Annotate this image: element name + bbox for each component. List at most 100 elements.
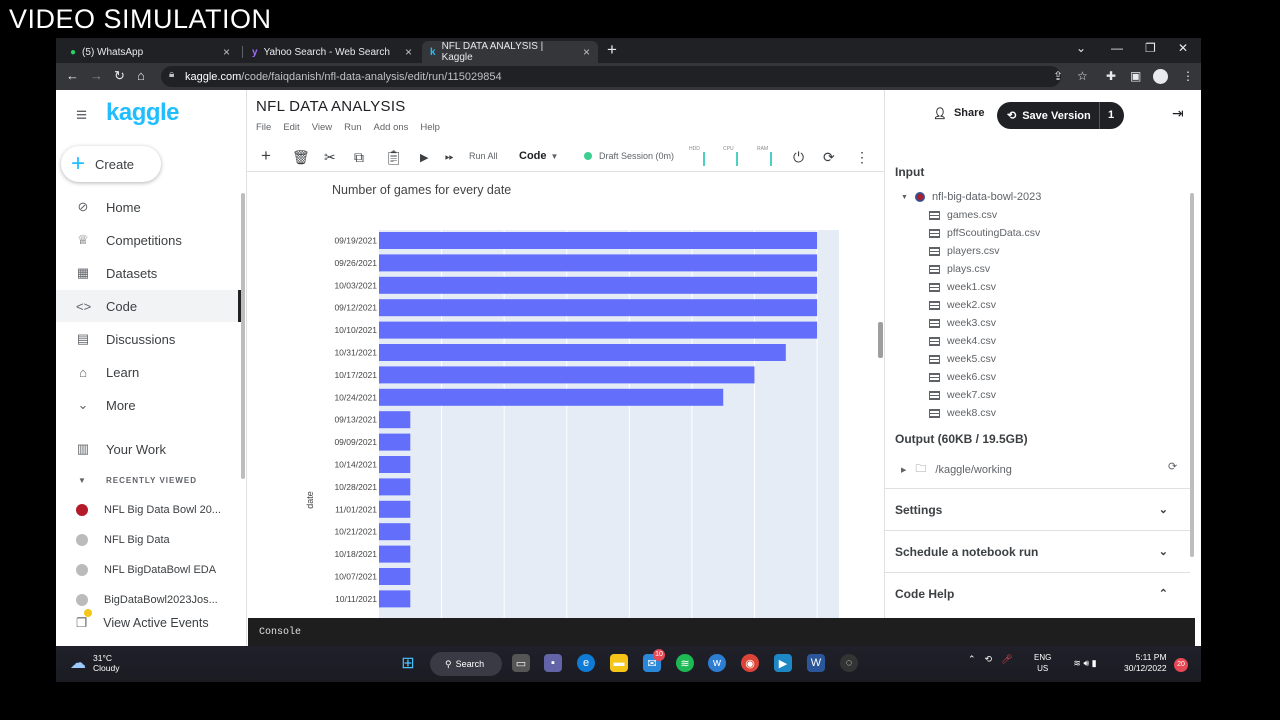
cut-icon[interactable]: ✂ [324, 149, 336, 166]
schedule-section[interactable]: Schedule a notebook run ⌄ [885, 530, 1190, 572]
recent-item[interactable]: NFL Big Data Bowl 20... [76, 500, 221, 520]
tab-whatsapp[interactable]: ● (5) WhatsApp × [62, 41, 238, 63]
file-item[interactable]: pffScoutingData.csv [929, 227, 1040, 239]
new-tab-button[interactable]: + [607, 40, 617, 60]
menu-view[interactable]: View [312, 122, 332, 133]
file-item[interactable]: week6.csv [929, 371, 996, 383]
menu-run[interactable]: Run [344, 122, 361, 133]
sidebar-item-competitions[interactable]: ♕ Competitions [56, 224, 241, 256]
kaggle-logo[interactable]: kaggle [106, 99, 180, 127]
recent-item[interactable]: NFL BigDataBowl EDA [76, 560, 216, 580]
menu-help[interactable]: Help [420, 122, 440, 133]
session-status[interactable]: Draft Session (0m) [584, 151, 674, 161]
sidebar-item-datasets[interactable]: ▦ Datasets [56, 257, 241, 289]
extensions-icon[interactable]: ✚ [1106, 69, 1116, 83]
file-item[interactable]: week5.csv [929, 353, 996, 365]
paste-icon[interactable]: 📋︎ [385, 149, 403, 166]
url-input[interactable]: 🔒︎ kaggle.com/code/faiqdanish/nfl-data-a… [161, 66, 1061, 87]
close-icon[interactable]: × [583, 45, 590, 59]
notebook-title[interactable]: NFL DATA ANALYSIS [256, 98, 406, 115]
file-item[interactable]: games.csv [929, 209, 997, 221]
profile-avatar[interactable] [1153, 69, 1168, 84]
app-icon[interactable]: ◌ [840, 654, 858, 672]
file-item[interactable]: week2.csv [929, 299, 996, 311]
share-page-icon[interactable]: ⇪ [1053, 69, 1063, 83]
network-sound-battery-icons[interactable]: ≋ 🔊︎ ▮ [1062, 654, 1108, 672]
tab-search-icon[interactable]: ⌄ [1076, 41, 1086, 55]
collapse-panel-icon[interactable]: ⇥ [1172, 105, 1184, 122]
close-icon[interactable]: × [405, 45, 412, 59]
sidebar-item-home[interactable]: ⊘ Home [56, 191, 241, 223]
sidebar-item-discussions[interactable]: ▤ Discussions [56, 323, 241, 355]
run-cell-icon[interactable]: ▶ [420, 151, 428, 164]
console-bar[interactable]: Console [248, 618, 1195, 646]
copy-icon[interactable]: ⧉ [354, 149, 364, 166]
app-icon[interactable]: w [708, 654, 726, 672]
menu-edit[interactable]: Edit [283, 122, 299, 133]
run-all-icon[interactable]: ⏩︎ [445, 151, 454, 164]
forward-icon[interactable]: → [90, 68, 103, 83]
reload-icon[interactable]: ↻ [114, 68, 125, 84]
recent-item[interactable]: NFL Big Data [76, 530, 170, 550]
save-version-button[interactable]: ⟲ Save Version 1 [997, 102, 1124, 129]
view-active-events-link[interactable]: ❐ View Active Events [76, 609, 209, 630]
sidebar-scrollbar[interactable] [241, 193, 245, 479]
delete-icon[interactable]: 🗑︎ [292, 149, 310, 166]
star-icon[interactable]: ☆ [1077, 69, 1088, 83]
editor-scrollbar[interactable] [878, 322, 883, 358]
sync-icon[interactable]: ⟲ [985, 654, 993, 665]
menu-add-ons[interactable]: Add ons [374, 122, 409, 133]
language-indicator[interactable]: ENG US [1034, 652, 1051, 674]
maximize-button[interactable]: ❐ [1145, 41, 1156, 55]
weather-widget[interactable]: ☁ 31°C Cloudy [70, 653, 119, 673]
create-button[interactable]: + Create [61, 146, 161, 182]
word-icon[interactable]: W [807, 654, 825, 672]
sidebar-item-more[interactable]: ⌄ More [56, 389, 241, 421]
microphone-icon[interactable]: 🎤︎ [1001, 654, 1012, 665]
spotify-icon[interactable]: ≋ [676, 654, 694, 672]
refresh-icon[interactable]: ⟳ [1168, 460, 1177, 473]
caret-down-icon[interactable]: ▼ [78, 476, 86, 485]
file-item[interactable]: week7.csv [929, 389, 996, 401]
menu-file[interactable]: File [256, 122, 271, 133]
sidebar-item-code[interactable]: <> Code [56, 290, 241, 322]
share-button[interactable]: 👤︎ Share [933, 107, 985, 120]
close-icon[interactable]: × [223, 45, 230, 59]
sidepanel-icon[interactable]: ▣ [1130, 69, 1141, 83]
app-icon[interactable]: ▶ [774, 654, 792, 672]
file-item[interactable]: plays.csv [929, 263, 990, 275]
tab-kaggle[interactable]: k NFL DATA ANALYSIS | Kaggle × [422, 41, 598, 63]
clock[interactable]: 5:11 PM 30/12/2022 [1124, 652, 1167, 674]
tab-yahoo[interactable]: y Yahoo Search - Web Search × [244, 41, 420, 63]
windows-start-icon[interactable]: ⊞ [399, 654, 417, 672]
settings-section[interactable]: Settings ⌄ [885, 488, 1190, 530]
taskbar-search[interactable]: ⚲ Search [430, 652, 502, 676]
code-help-section[interactable]: Code Help ⌃ [885, 572, 1190, 614]
minimize-button[interactable]: — [1111, 41, 1123, 55]
power-icon[interactable]: ⏻ [793, 149, 804, 166]
browser-menu-icon[interactable]: ⋮ [1182, 69, 1194, 83]
recent-item[interactable]: BigDataBowl2023Jos... [76, 590, 218, 610]
notification-badge[interactable]: 20 [1174, 658, 1188, 672]
close-window-button[interactable]: ✕ [1178, 41, 1188, 55]
chrome-icon[interactable]: ◉ [741, 654, 759, 672]
cell-type-select[interactable]: Code ▼ [519, 150, 558, 162]
chevron-up-icon[interactable]: ⌃ [968, 654, 976, 665]
sidebar-item-learn[interactable]: ⌂ Learn [56, 356, 241, 388]
teams-icon[interactable]: ▪ [544, 654, 562, 672]
back-icon[interactable]: ← [66, 68, 79, 83]
home-icon[interactable]: ⌂ [137, 68, 145, 83]
version-count[interactable]: 1 [1108, 109, 1114, 121]
file-item[interactable]: week8.csv [929, 407, 996, 419]
add-cell-icon[interactable]: + [261, 146, 271, 166]
file-item[interactable]: week1.csv [929, 281, 996, 293]
hamburger-icon[interactable]: ≡ [76, 105, 87, 127]
file-explorer-icon[interactable]: ▬ [610, 654, 628, 672]
more-options-icon[interactable]: ⋮ [855, 149, 869, 166]
run-all-button[interactable]: Run All [469, 151, 498, 161]
output-folder[interactable]: ▶ 🗀︎ /kaggle/working [901, 460, 1012, 479]
sidebar-item-your-work[interactable]: ▥ Your Work [56, 433, 241, 465]
edge-icon[interactable]: e [577, 654, 595, 672]
dataset-item[interactable]: ▼ nfl-big-data-bowl-2023 [901, 191, 1041, 203]
restart-icon[interactable]: ⟳ [823, 149, 835, 166]
